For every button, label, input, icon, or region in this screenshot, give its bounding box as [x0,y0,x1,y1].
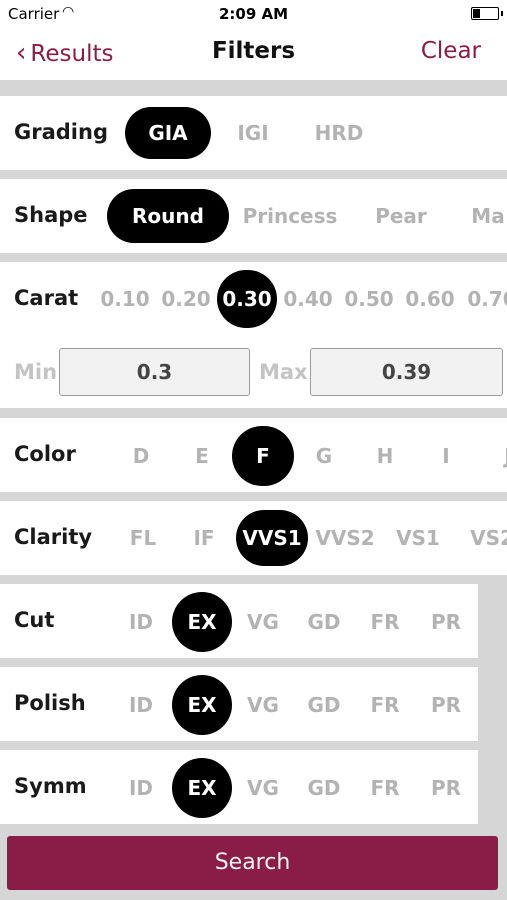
color-option-f[interactable]: F [232,426,294,486]
symm-option-gd[interactable]: GD [307,758,340,818]
cut-option-id[interactable]: ID [129,592,153,652]
carat-row: Carat 0.10 0.20 0.30 0.40 0.50 0.60 0.70… [0,262,507,408]
clarity-label: Clarity [14,525,93,549]
clarity-row: Clarity FL IF VVS1 VVS2 VS1 VS2 [0,501,507,575]
grading-option-hrd[interactable]: HRD [315,107,364,159]
carat-min-label: Min [14,360,58,384]
carat-option-0-10[interactable]: 0.10 [100,270,149,328]
carat-min-input[interactable]: 0.3 [59,348,250,396]
carat-max-label: Max [259,360,308,384]
clarity-option-if[interactable]: IF [193,510,214,566]
color-option-i[interactable]: I [442,426,449,486]
grading-option-gia[interactable]: GIA [125,107,211,159]
carat-option-0-40[interactable]: 0.40 [283,270,332,328]
grading-label: Grading [14,120,108,144]
color-option-e[interactable]: E [195,426,209,486]
clarity-option-vs2[interactable]: VS2 [470,510,507,566]
color-option-h[interactable]: H [377,426,394,486]
clarity-option-fl[interactable]: FL [130,510,156,566]
shape-option-pear[interactable]: Pear [375,189,427,243]
clarity-option-vvs1[interactable]: VVS1 [236,510,308,566]
cut-option-fr[interactable]: FR [370,592,399,652]
polish-option-pr[interactable]: PR [431,675,461,735]
cut-option-pr[interactable]: PR [431,592,461,652]
carat-option-0-50[interactable]: 0.50 [344,270,393,328]
cut-option-ex[interactable]: EX [172,592,232,652]
chevron-left-icon: ‹ [16,38,27,68]
symm-option-pr[interactable]: PR [431,758,461,818]
color-option-g[interactable]: G [316,426,332,486]
carat-option-0-30[interactable]: 0.30 [217,270,277,328]
search-button[interactable]: Search [7,836,498,890]
clear-button[interactable]: Clear [421,38,481,64]
symm-label: Symm [14,774,87,798]
back-button[interactable]: ‹ Results [16,38,113,68]
grading-option-igi[interactable]: IGI [237,107,268,159]
polish-option-id[interactable]: ID [129,675,153,735]
clarity-option-vs1[interactable]: VS1 [396,510,440,566]
carat-label: Carat [14,286,79,310]
status-bar: Carrier ◠ 2:09 AM [0,0,507,28]
shape-option-princess[interactable]: Princess [243,189,338,243]
shape-option-ma[interactable]: Ma [471,189,504,243]
cut-label: Cut [14,608,55,632]
clarity-option-vvs2[interactable]: VVS2 [315,510,374,566]
symm-option-fr[interactable]: FR [370,758,399,818]
carat-option-0-20[interactable]: 0.20 [161,270,210,328]
shape-option-round[interactable]: Round [107,189,229,243]
symm-option-ex[interactable]: EX [172,758,232,818]
color-label: Color [14,442,76,466]
symm-row: Symm ID EX VG GD FR PR [0,750,478,824]
carat-option-0-70[interactable]: 0.70 [467,270,507,328]
cut-option-gd[interactable]: GD [307,592,340,652]
battery-icon [471,7,503,20]
polish-option-vg[interactable]: VG [247,675,279,735]
polish-option-fr[interactable]: FR [370,675,399,735]
polish-option-gd[interactable]: GD [307,675,340,735]
polish-row: Polish ID EX VG GD FR PR [0,667,478,741]
cut-row: Cut ID EX VG GD FR PR [0,584,478,658]
carat-option-0-60[interactable]: 0.60 [405,270,454,328]
carat-max-input[interactable]: 0.39 [310,348,503,396]
color-option-d[interactable]: D [133,426,150,486]
polish-option-ex[interactable]: EX [172,675,232,735]
status-time: 2:09 AM [218,5,289,23]
symm-option-id[interactable]: ID [129,758,153,818]
polish-label: Polish [14,691,86,715]
cut-option-vg[interactable]: VG [247,592,279,652]
color-row: Color D E F G H I J [0,418,507,492]
grading-row: Grading GIA IGI HRD [0,96,507,170]
symm-option-vg[interactable]: VG [247,758,279,818]
shape-row: Shape Round Princess Pear Ma [0,179,507,253]
back-label: Results [30,41,114,67]
shape-label: Shape [14,203,88,227]
nav-bar: ‹ Results Filters Clear [0,28,507,80]
